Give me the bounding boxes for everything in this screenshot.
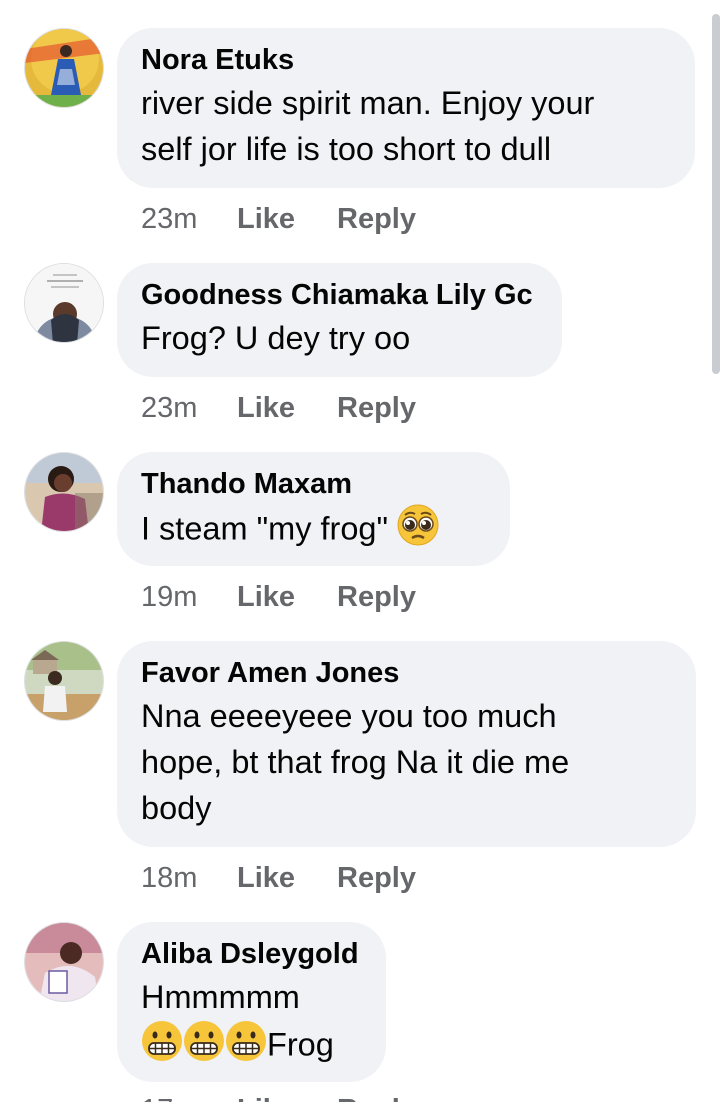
comments-page: Nora Etuks river side spirit man. Enjoy …: [0, 0, 720, 1102]
reply-button[interactable]: Reply: [337, 860, 416, 896]
avatar[interactable]: [24, 452, 104, 532]
comment-timestamp[interactable]: 19m: [141, 579, 237, 615]
like-button[interactable]: Like: [237, 201, 337, 237]
avatar[interactable]: [24, 641, 104, 721]
comment-timestamp[interactable]: 17m: [141, 1092, 237, 1102]
comment-text-line: I steam "my frog": [141, 510, 398, 547]
comment-text: Frog? U dey try oo: [141, 315, 538, 361]
comment-bubble: Favor Amen Jones Nna eeeeyeee you too mu…: [117, 641, 696, 847]
comment-text: I steam "my frog": [141, 504, 486, 558]
avatar[interactable]: [24, 922, 104, 1002]
comment-bubble: Nora Etuks river side spirit man. Enjoy …: [117, 28, 695, 188]
comment-timestamp[interactable]: 23m: [141, 201, 237, 237]
comment-text-line: self jor life is too short to dull: [141, 131, 552, 167]
scrollbar[interactable]: [712, 14, 720, 374]
comment-author[interactable]: Goodness Chiamaka Lily Gc: [141, 277, 538, 313]
reply-button[interactable]: Reply: [337, 1092, 416, 1102]
comment-author[interactable]: Aliba Dsleygold: [141, 936, 362, 972]
grimacing-face-icon: [183, 1020, 225, 1074]
reply-button[interactable]: Reply: [337, 201, 416, 237]
comment-bubble: Thando Maxam I steam "my frog": [117, 452, 510, 566]
comment-bubble: Goodness Chiamaka Lily Gc Frog? U dey tr…: [117, 263, 562, 377]
avatar[interactable]: [24, 263, 104, 343]
comment-text: Hmmmmm Frog: [141, 974, 362, 1074]
comment-timestamp[interactable]: 23m: [141, 390, 237, 426]
comment-author[interactable]: Favor Amen Jones: [141, 655, 672, 691]
reply-button[interactable]: Reply: [337, 579, 416, 615]
comment-actions: 18m Like Reply: [141, 860, 416, 896]
comment-actions: 17mLikeReply: [141, 1092, 416, 1102]
comment-bubble: Aliba Dsleygold Hmmmmm Frog: [117, 922, 386, 1082]
pleading-face-icon: [397, 504, 439, 558]
comment-text-line: Frog: [141, 1020, 362, 1074]
like-button[interactable]: Like: [237, 1092, 337, 1102]
grimacing-face-icon: [225, 1020, 267, 1074]
comment-actions: 23m Like Reply: [141, 201, 416, 237]
comment-text-fragment: Frog: [267, 1026, 334, 1063]
comment-author[interactable]: Nora Etuks: [141, 42, 671, 78]
comment-text-line: Frog? U dey try oo: [141, 320, 411, 356]
comment-text-line: hope, bt that frog Na it die me: [141, 744, 570, 780]
comment-text-line: river side spirit man. Enjoy your: [141, 85, 595, 121]
like-button[interactable]: Like: [237, 390, 337, 426]
comment-text-line: Hmmmmm: [141, 979, 300, 1015]
comment-timestamp[interactable]: 18m: [141, 860, 237, 896]
reply-button[interactable]: Reply: [337, 390, 416, 426]
comment-actions: 19m Like Reply: [141, 579, 416, 615]
comment-text-line: Nna eeeeyeee you too much: [141, 698, 557, 734]
like-button[interactable]: Like: [237, 860, 337, 896]
comment-text: river side spirit man. Enjoy your self j…: [141, 80, 671, 172]
like-button[interactable]: Like: [237, 579, 337, 615]
comment-author[interactable]: Thando Maxam: [141, 466, 486, 502]
comment-text-line: body: [141, 790, 212, 826]
avatar[interactable]: [24, 28, 104, 108]
comment-text: Nna eeeeyeee you too much hope, bt that …: [141, 693, 672, 831]
comment-actions: 23m Like Reply: [141, 390, 416, 426]
grimacing-face-icon: [141, 1020, 183, 1074]
